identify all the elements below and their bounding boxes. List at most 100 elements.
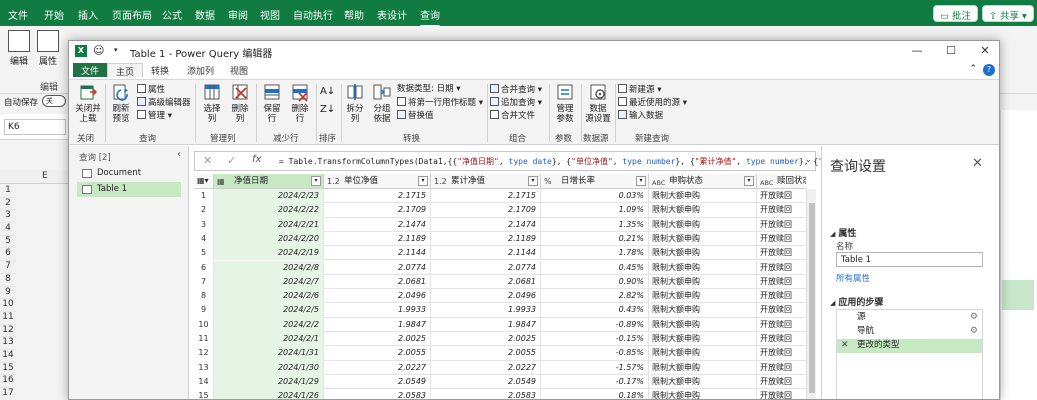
- feedback-smile-icon[interactable]: ☺: [93, 44, 104, 57]
- applied-steps-section-title[interactable]: ◢ 应用的步骤: [830, 295, 883, 308]
- cell-unit-nav[interactable]: 2.0583: [324, 389, 431, 399]
- cell-unit-nav[interactable]: 2.1144: [324, 246, 431, 261]
- row-number[interactable]: 13: [194, 360, 214, 375]
- cell-unit-nav[interactable]: 2.0025: [324, 332, 431, 347]
- excel-tab-data[interactable]: 数据: [195, 7, 215, 22]
- append-queries-button[interactable]: 追加查询 ▾: [490, 97, 542, 109]
- row-number[interactable]: 12: [194, 346, 214, 361]
- cell-purchase-status[interactable]: 限制大额申购: [649, 346, 757, 361]
- cell-acc-nav[interactable]: 2.1474: [431, 217, 541, 232]
- excel-tab-file[interactable]: 文件: [8, 7, 28, 22]
- cell-redeem-status[interactable]: 开放赎回: [757, 332, 806, 346]
- remove-columns-button[interactable]: 删除 列: [227, 82, 253, 124]
- cell-unit-nav[interactable]: 2.1189: [324, 231, 431, 247]
- row-number[interactable]: 9: [194, 303, 214, 318]
- cell-daily-growth[interactable]: -1.57%: [541, 360, 649, 375]
- excel-properties-button[interactable]: 属性: [33, 30, 63, 67]
- row-number[interactable]: 4: [194, 231, 214, 247]
- cell-purchase-status[interactable]: 限制大额申购: [649, 374, 757, 390]
- cell-purchase-status[interactable]: 限制大额申购: [649, 231, 757, 247]
- cell-unit-nav[interactable]: 2.0774: [324, 260, 431, 275]
- column-header-daily-growth[interactable]: % 日增长率 ▾: [541, 174, 649, 189]
- cell-unit-nav[interactable]: 2.0055: [324, 346, 431, 361]
- cell-purchase-status[interactable]: 限制大额申购: [649, 246, 757, 261]
- cell-nav-date[interactable]: 2024/2/7: [214, 274, 324, 290]
- use-first-row-as-headers-button[interactable]: 将第一行用作标题 ▾: [397, 97, 483, 109]
- row-number[interactable]: 15: [194, 389, 214, 399]
- query-item-table-1[interactable]: Table 1: [77, 182, 181, 197]
- cell-redeem-status[interactable]: 开放赎回: [757, 375, 806, 389]
- cell-purchase-status[interactable]: 限制大额申购: [649, 189, 757, 204]
- cell-daily-growth[interactable]: 0.90%: [541, 274, 649, 290]
- pq-tab-transform[interactable]: 转换: [143, 63, 177, 77]
- cell-unit-nav[interactable]: 2.1474: [324, 217, 431, 232]
- cell-redeem-status[interactable]: 开放赎回: [757, 189, 806, 203]
- filter-dropdown-icon[interactable]: ▾: [636, 176, 646, 186]
- cell-daily-growth[interactable]: 0.45%: [541, 260, 649, 275]
- column-header-e[interactable]: E: [42, 171, 48, 181]
- table-row[interactable]: 4 2024/2/20 2.1189 2.1189 0.21% 限制大额申购 开放赎回: [194, 231, 806, 247]
- cell-daily-growth[interactable]: 2.82%: [541, 289, 649, 304]
- table-row[interactable]: 5 2024/2/19 2.1144 2.1144 1.78% 限制大额申购 开放赎回: [194, 246, 806, 261]
- close-settings-icon[interactable]: ✕: [972, 156, 983, 171]
- ribbon-collapse-icon[interactable]: ⌃: [969, 64, 977, 74]
- excel-tab-insert[interactable]: 插入: [78, 7, 98, 22]
- cell-acc-nav[interactable]: 2.0227: [431, 360, 541, 375]
- pq-tab-add-column[interactable]: 添加列: [179, 63, 222, 77]
- cell-daily-growth[interactable]: 0.03%: [541, 189, 649, 204]
- excel-row-number[interactable]: 11: [0, 311, 16, 325]
- cell-acc-nav[interactable]: 2.0025: [431, 332, 541, 347]
- row-number[interactable]: 8: [194, 289, 214, 304]
- cell-redeem-status[interactable]: 开放赎回: [757, 275, 806, 289]
- table-row[interactable]: 15 2024/1/26 2.0583 2.0583 0.18% 限制大额申购 开放赎回: [194, 389, 806, 399]
- cell-unit-nav[interactable]: 2.0227: [324, 360, 431, 375]
- cell-acc-nav[interactable]: 2.0549: [431, 374, 541, 390]
- excel-row-number[interactable]: 17: [0, 388, 16, 400]
- query-name-input[interactable]: Table 1: [836, 252, 983, 267]
- cell-acc-nav[interactable]: 2.0496: [431, 289, 541, 304]
- excel-row-number[interactable]: 10: [0, 299, 16, 312]
- data-source-settings-button[interactable]: 数据 源设置: [583, 82, 613, 124]
- cell-acc-nav[interactable]: 2.1189: [431, 231, 541, 247]
- row-number[interactable]: 14: [194, 374, 214, 390]
- step-source[interactable]: 源 ⚙: [837, 311, 982, 325]
- excel-row-number[interactable]: 8: [0, 273, 16, 287]
- row-number[interactable]: 2: [194, 203, 214, 218]
- maximize-icon[interactable]: ☐: [943, 43, 959, 59]
- excel-tab-table-design[interactable]: 表设计: [377, 7, 407, 22]
- cell-redeem-status[interactable]: 开放赎回: [757, 261, 806, 275]
- data-type-dropdown[interactable]: 数据类型: 日期 ▾: [397, 84, 461, 95]
- excel-tab-query[interactable]: 查询: [420, 7, 440, 28]
- group-by-button[interactable]: 分组 依据: [370, 82, 394, 124]
- cell-purchase-status[interactable]: 限制大额申购: [649, 289, 757, 304]
- cell-daily-growth[interactable]: 0.21%: [541, 231, 649, 247]
- excel-row-number[interactable]: 9: [0, 286, 16, 300]
- cell-acc-nav[interactable]: 1.9847: [431, 317, 541, 332]
- minimize-icon[interactable]: —: [909, 43, 925, 59]
- cell-daily-growth[interactable]: 0.18%: [541, 389, 649, 399]
- cell-purchase-status[interactable]: 限制大额申购: [649, 389, 757, 399]
- excel-tab-formulas[interactable]: 公式: [162, 7, 182, 22]
- table-row[interactable]: 6 2024/2/8 2.0774 2.0774 0.45% 限制大额申购 开放赎回: [194, 260, 806, 275]
- cell-daily-growth[interactable]: -0.85%: [541, 346, 649, 361]
- scrollbar-thumb[interactable]: [809, 203, 815, 393]
- excel-row-number[interactable]: 2: [0, 197, 16, 211]
- cell-redeem-status[interactable]: 开放赎回: [757, 303, 806, 317]
- cell-purchase-status[interactable]: 限制大额申购: [649, 260, 757, 275]
- gear-icon[interactable]: ⚙: [970, 325, 978, 338]
- filter-dropdown-icon[interactable]: ▾: [418, 176, 428, 186]
- cancel-formula-icon[interactable]: ✕: [203, 154, 212, 167]
- excel-row-number[interactable]: 6: [0, 248, 16, 262]
- cell-redeem-status[interactable]: 开放赎回: [757, 318, 806, 332]
- table-row[interactable]: 12 2024/1/31 2.0055 2.0055 -0.85% 限制大额申购 开放赎回: [194, 346, 806, 361]
- formula-text[interactable]: = Table.TransformColumnTypes(Data1,{{"净值…: [279, 156, 823, 167]
- gear-icon[interactable]: ⚙: [970, 311, 978, 324]
- cell-nav-date[interactable]: 2024/2/21: [214, 217, 324, 232]
- share-button[interactable]: ⇧ 共享 ▾: [982, 5, 1034, 22]
- advanced-editor-button[interactable]: 高级编辑器: [137, 97, 191, 109]
- cell-nav-date[interactable]: 2024/2/20: [214, 231, 324, 247]
- grid-vertical-scrollbar[interactable]: [806, 189, 816, 399]
- cell-nav-date[interactable]: 2024/1/26: [214, 389, 324, 399]
- filter-dropdown-icon[interactable]: ▾: [744, 176, 754, 186]
- table-row[interactable]: 2 2024/2/22 2.1709 2.1709 1.09% 限制大额申购 开放赎回: [194, 203, 806, 218]
